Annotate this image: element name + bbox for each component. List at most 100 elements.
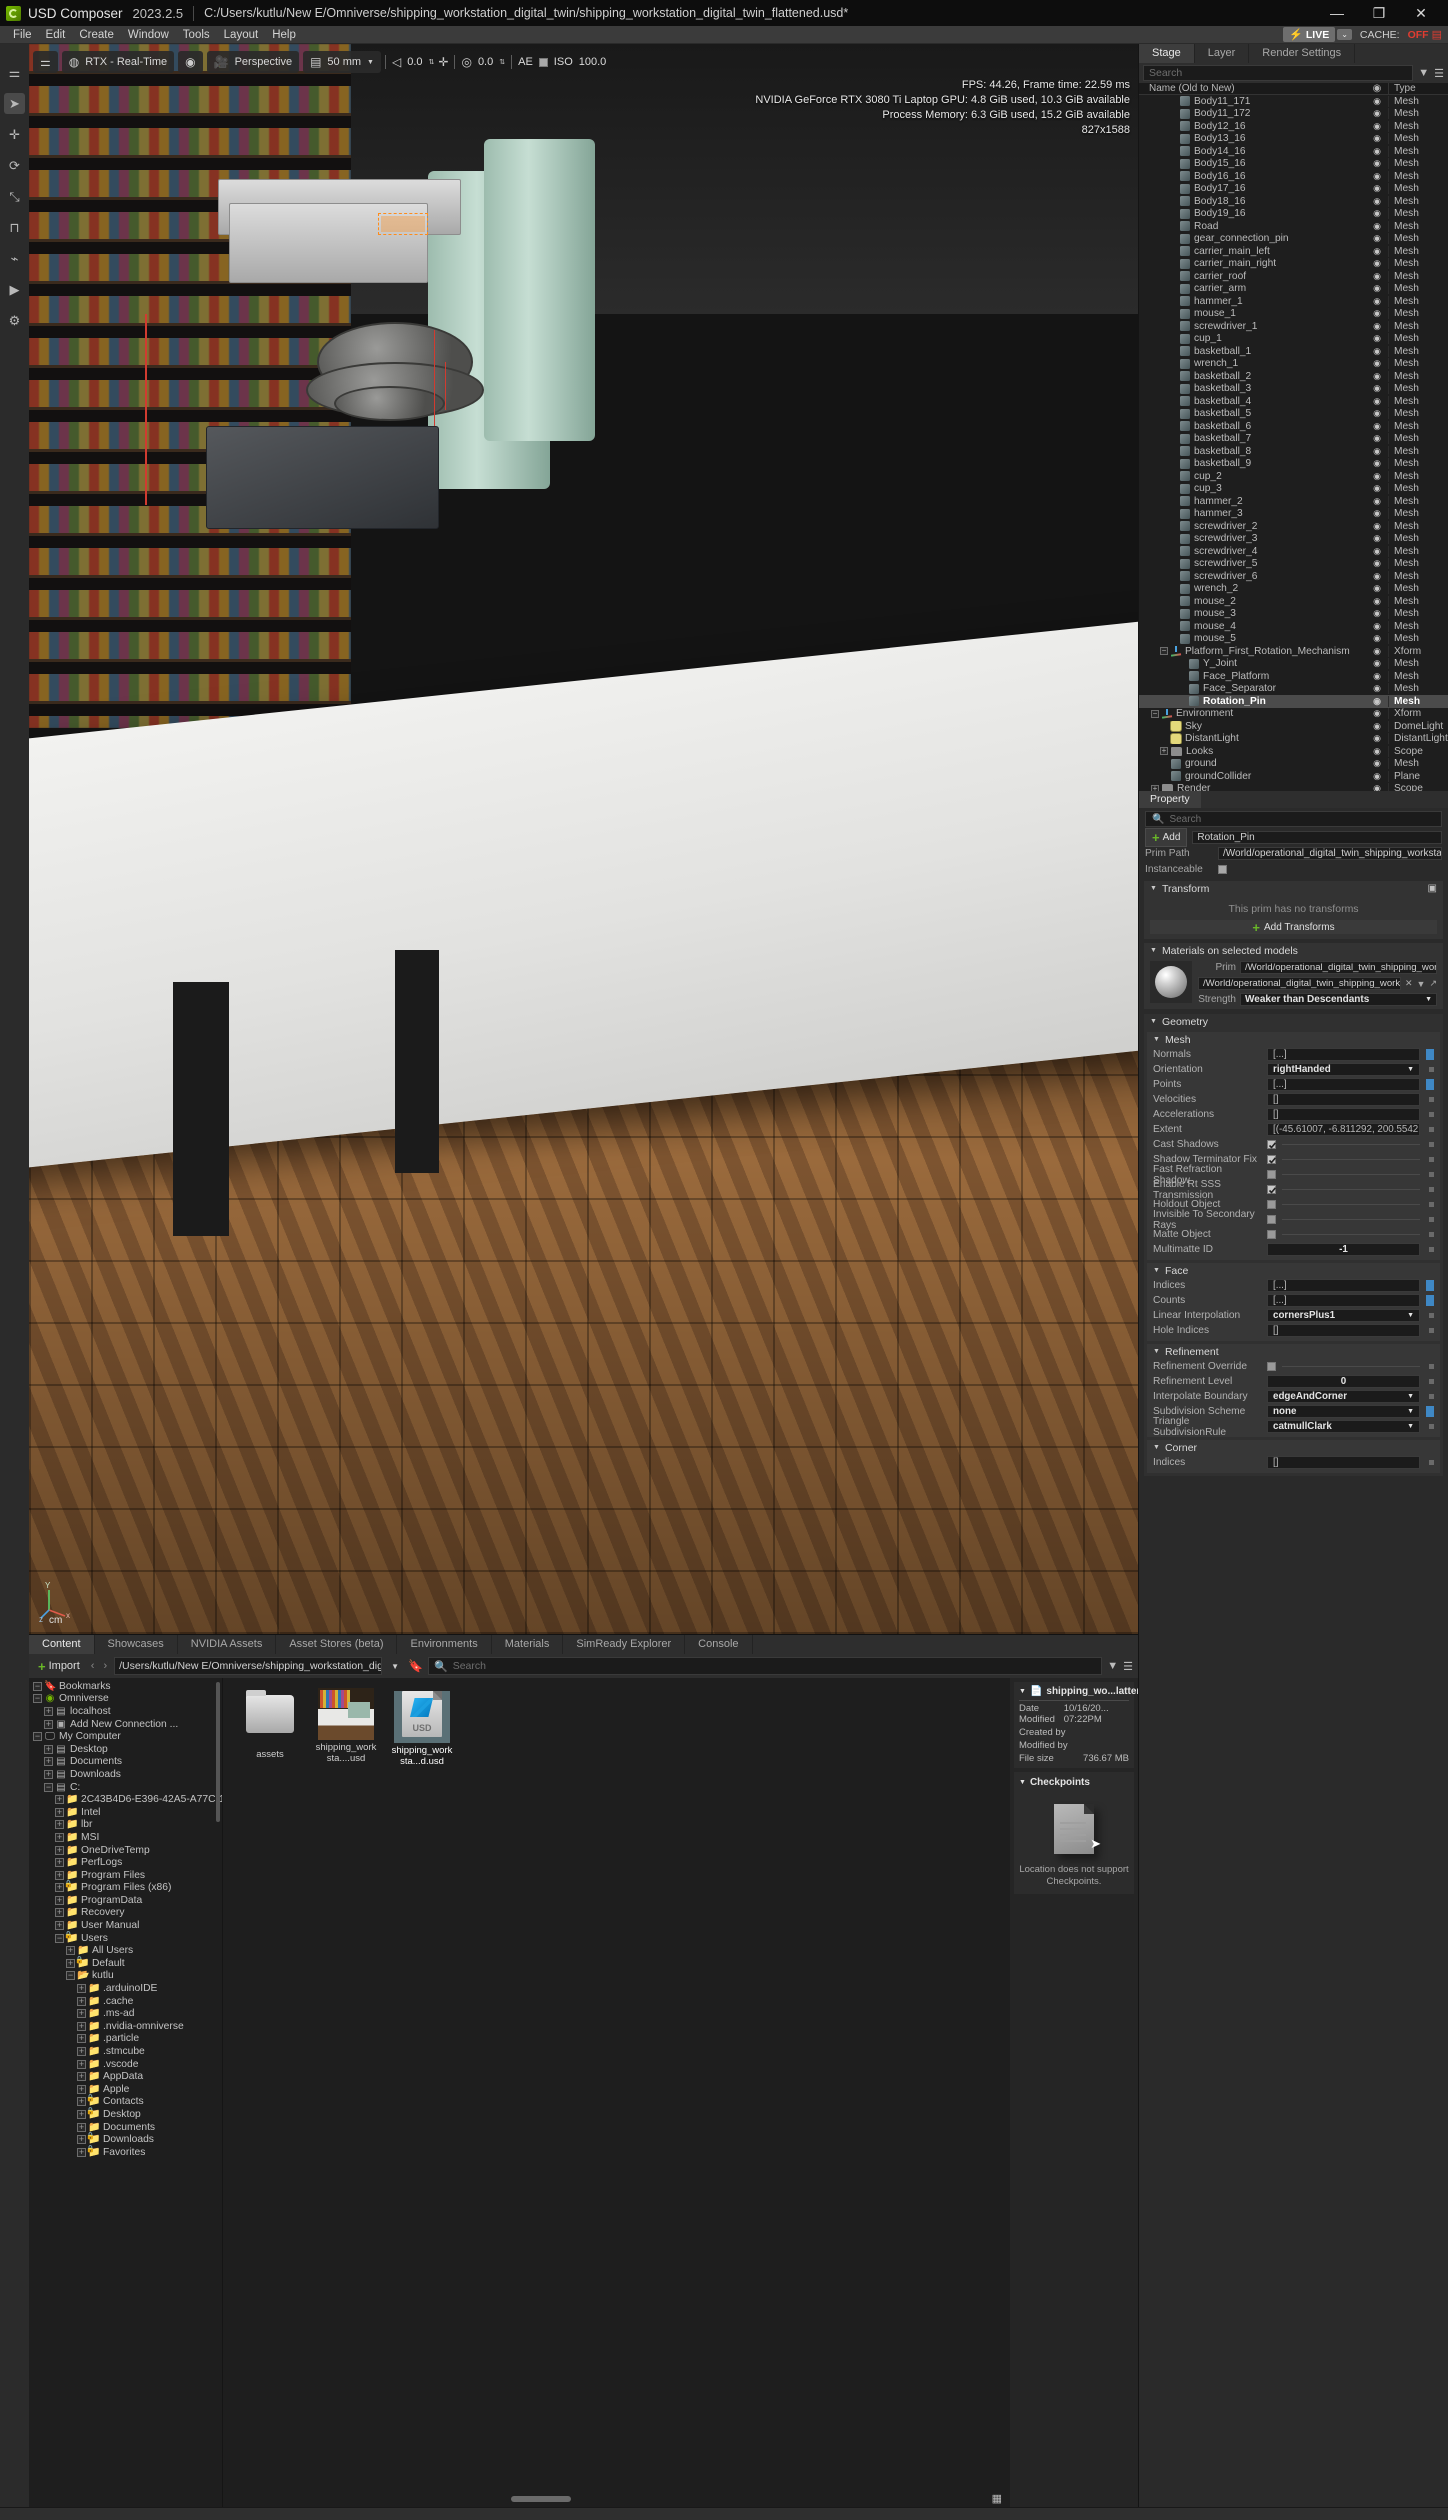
- attribute-default-marker[interactable]: [1429, 1424, 1434, 1429]
- content-tree-node[interactable]: + 📁 lbr: [29, 1819, 222, 1832]
- play-icon[interactable]: ▶: [4, 279, 25, 300]
- expand-toggle-icon[interactable]: +: [77, 2147, 86, 2157]
- attribute-checkbox[interactable]: [1267, 1140, 1277, 1149]
- expand-toggle-icon[interactable]: [1169, 147, 1177, 155]
- expand-toggle-icon[interactable]: [1160, 760, 1168, 768]
- attribute-default-marker[interactable]: [1429, 1379, 1434, 1384]
- expand-toggle-icon[interactable]: +: [55, 1832, 64, 1842]
- focus-control[interactable]: ✛ ◎ 0.0 ⇅ AE ISO 100.0: [438, 55, 606, 69]
- property-search-input[interactable]: 🔍 Search: [1145, 811, 1442, 827]
- content-tree-node[interactable]: + 📁 Intel: [29, 1806, 222, 1819]
- visibility-eye-icon[interactable]: ◉: [1366, 233, 1388, 244]
- expand-toggle-icon[interactable]: +: [77, 2084, 86, 2094]
- expand-toggle-icon[interactable]: +: [55, 1895, 64, 1905]
- attribute-number-value[interactable]: 0: [1267, 1375, 1420, 1388]
- expand-toggle-icon[interactable]: [1169, 635, 1177, 643]
- expand-toggle-icon[interactable]: [1169, 597, 1177, 605]
- content-tree-node[interactable]: − ◉ Omniverse: [29, 1693, 222, 1706]
- expand-toggle-icon[interactable]: [1169, 410, 1177, 418]
- content-tree-node[interactable]: + 📁 All Users: [29, 1944, 222, 1957]
- content-file-grid[interactable]: assets shipping_worksta....usd USD shipping…: [223, 1678, 1010, 2507]
- stage-tree-row[interactable]: cup_3 ◉ Mesh: [1139, 483, 1448, 496]
- expand-toggle-icon[interactable]: [1169, 472, 1177, 480]
- visibility-eye-icon[interactable]: ◉: [1366, 171, 1388, 182]
- stage-filter-icon[interactable]: ▼: [1418, 67, 1429, 79]
- menu-create[interactable]: Create: [72, 26, 121, 44]
- mesh-header[interactable]: ▼ Mesh: [1147, 1032, 1440, 1047]
- content-tree-node[interactable]: +📁Favorites: [29, 2145, 222, 2159]
- expand-toggle-icon[interactable]: −: [33, 1732, 42, 1742]
- refinement-header[interactable]: ▼ Refinement: [1147, 1344, 1440, 1359]
- focal-length-control[interactable]: ▤ 50 mm ▼: [303, 51, 381, 73]
- move-icon[interactable]: ✛: [4, 124, 25, 145]
- visibility-eye-icon[interactable]: ◉: [1366, 271, 1388, 282]
- expand-toggle-icon[interactable]: −: [1151, 709, 1159, 718]
- attribute-default-marker[interactable]: [1429, 1172, 1434, 1177]
- expand-toggle-icon[interactable]: [1169, 435, 1177, 443]
- stage-tree-row[interactable]: mouse_2 ◉ Mesh: [1139, 595, 1448, 608]
- expand-toggle-icon[interactable]: +: [44, 1719, 53, 1729]
- expand-toggle-icon[interactable]: [1169, 222, 1177, 230]
- menu-window[interactable]: Window: [121, 26, 176, 44]
- physics-icon[interactable]: ⚙: [4, 310, 25, 331]
- expand-toggle-icon[interactable]: −: [1160, 647, 1168, 656]
- tree-scrollbar[interactable]: [216, 1682, 220, 1822]
- stage-tree-row[interactable]: mouse_5 ◉ Mesh: [1139, 633, 1448, 646]
- visibility-eye-icon[interactable]: ◉: [1366, 646, 1388, 657]
- import-button[interactable]: + Import: [34, 1659, 84, 1674]
- expand-toggle-icon[interactable]: +: [66, 1946, 75, 1956]
- expand-toggle-icon[interactable]: [1169, 447, 1177, 455]
- attribute-default-marker[interactable]: [1429, 1328, 1434, 1333]
- transform-gizmo-icon[interactable]: ▣: [1428, 883, 1437, 894]
- bookmark-icon[interactable]: 🔖: [408, 1659, 423, 1673]
- visibility-eye-icon[interactable]: ◉: [1366, 208, 1388, 219]
- expand-toggle-icon[interactable]: [1169, 347, 1177, 355]
- visibility-eye-icon[interactable]: ◉: [1366, 133, 1388, 144]
- materials-header[interactable]: ▼ Materials on selected models: [1144, 943, 1443, 958]
- expand-toggle-icon[interactable]: [1169, 247, 1177, 255]
- attribute-array-value[interactable]: []: [1267, 1456, 1420, 1469]
- expand-toggle-icon[interactable]: +: [77, 2009, 86, 2019]
- visibility-button[interactable]: ◉: [178, 51, 203, 73]
- content-folder-tree[interactable]: − 🔖 Bookmarks − ◉ Omniverse + ▤ localhost + ▣ Add N…: [29, 1678, 223, 2507]
- stage-tree-row[interactable]: cup_1 ◉ Mesh: [1139, 333, 1448, 346]
- expand-toggle-icon[interactable]: [1169, 335, 1177, 343]
- expand-toggle-icon[interactable]: [1169, 572, 1177, 580]
- instanceable-checkbox[interactable]: [1218, 864, 1227, 874]
- stage-tree-row[interactable]: basketball_7 ◉ Mesh: [1139, 433, 1448, 446]
- attribute-authored-marker[interactable]: [1426, 1295, 1434, 1306]
- visibility-eye-icon[interactable]: ◉: [1366, 508, 1388, 519]
- stage-tree-row[interactable]: Body12_16 ◉ Mesh: [1139, 120, 1448, 133]
- attribute-default-marker[interactable]: [1429, 1157, 1434, 1162]
- expand-toggle-icon[interactable]: +: [77, 2034, 86, 2044]
- expand-toggle-icon[interactable]: +: [77, 2097, 86, 2107]
- attribute-default-marker[interactable]: [1429, 1460, 1434, 1465]
- stage-tree-row[interactable]: groundCollider ◉ Plane: [1139, 770, 1448, 783]
- content-tree-node[interactable]: + 📁 Apple: [29, 2083, 222, 2096]
- stage-tree-row[interactable]: Body19_16 ◉ Mesh: [1139, 208, 1448, 221]
- visibility-eye-icon[interactable]: ◉: [1366, 683, 1388, 694]
- content-tree-node[interactable]: +📁Program Files (x86): [29, 1880, 222, 1895]
- visibility-eye-icon[interactable]: ◉: [1366, 196, 1388, 207]
- stage-tree-row[interactable]: + Looks ◉ Scope: [1139, 745, 1448, 758]
- content-tree-node[interactable]: − 🔖 Bookmarks: [29, 1680, 222, 1693]
- stage-tree-row[interactable]: screwdriver_2 ◉ Mesh: [1139, 520, 1448, 533]
- attribute-default-marker[interactable]: [1429, 1364, 1434, 1369]
- attribute-checkbox[interactable]: [1267, 1155, 1277, 1164]
- visibility-eye-icon[interactable]: ◉: [1366, 121, 1388, 132]
- material-prim-value[interactable]: /World/operational_digital_twin_shipping…: [1240, 961, 1437, 974]
- expand-toggle-icon[interactable]: +: [77, 2059, 86, 2069]
- visibility-eye-icon[interactable]: ◉: [1366, 421, 1388, 432]
- expand-toggle-icon[interactable]: [1169, 547, 1177, 555]
- expand-toggle-icon[interactable]: [1169, 560, 1177, 568]
- visibility-eye-icon[interactable]: ◉: [1366, 458, 1388, 469]
- expand-toggle-icon[interactable]: [1169, 210, 1177, 218]
- stage-tree-row[interactable]: basketball_1 ◉ Mesh: [1139, 345, 1448, 358]
- stage-tree-row[interactable]: Body18_16 ◉ Mesh: [1139, 195, 1448, 208]
- attribute-array-value[interactable]: []: [1267, 1093, 1420, 1106]
- minimize-icon[interactable]: —: [1316, 0, 1358, 26]
- close-icon[interactable]: ✕: [1400, 0, 1442, 26]
- fstop-control[interactable]: ◁ 0.0 ⇅: [384, 55, 434, 69]
- stage-tree-row[interactable]: screwdriver_6 ◉ Mesh: [1139, 570, 1448, 583]
- stage-tree[interactable]: Body11_171 ◉ Mesh Body11_172 ◉ Mesh Body12_16 ◉…: [1139, 95, 1448, 791]
